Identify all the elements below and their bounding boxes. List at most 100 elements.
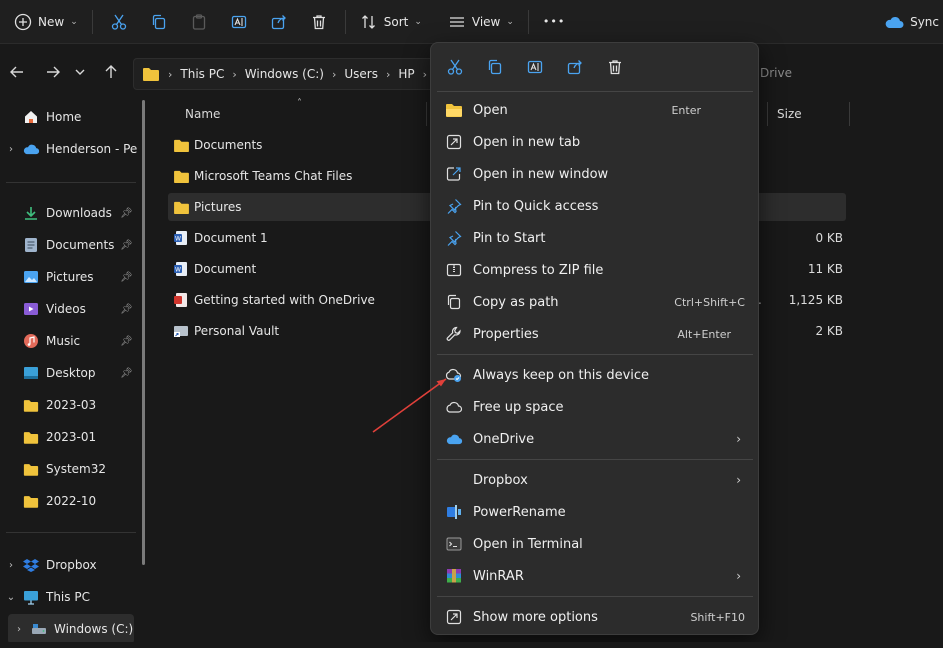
sidebar-scrollbar[interactable] — [142, 100, 145, 565]
word-document-icon: W — [174, 262, 187, 276]
search-box-placeholder[interactable]: Drive — [760, 66, 792, 80]
menu-item-show-more-options[interactable]: Show more options Shift+F10 — [437, 601, 753, 633]
menu-separator — [437, 91, 753, 92]
sort-button[interactable]: Sort ⌄ — [352, 6, 430, 38]
menu-item-properties[interactable]: Properties Alt+Enter — [437, 318, 753, 350]
toolbar-divider — [91, 9, 93, 34]
pin-icon: 📌︎ — [120, 335, 133, 347]
breadcrumb-users[interactable]: Users — [344, 67, 378, 81]
menu-item-always-keep[interactable]: Always keep on this device — [437, 359, 753, 391]
menu-item-open-new-window[interactable]: Open in new window — [437, 158, 753, 190]
share-button[interactable] — [259, 6, 299, 38]
pictures-icon — [24, 271, 38, 283]
menu-rename-button[interactable] — [515, 49, 555, 85]
arrow-up-icon — [105, 65, 117, 78]
sidebar-item-home[interactable]: Home — [0, 102, 138, 132]
folder-icon — [23, 431, 39, 444]
menu-item-open[interactable]: Open Enter — [437, 94, 753, 126]
menu-item-pin-to-start[interactable]: Pin to Start — [437, 222, 753, 254]
column-divider[interactable] — [426, 102, 427, 126]
pin-icon: 📌︎ — [120, 303, 133, 315]
delete-button[interactable] — [299, 6, 339, 38]
trash-icon — [609, 60, 621, 75]
chevron-right-icon: › — [736, 569, 741, 583]
menu-item-onedrive[interactable]: OneDrive › — [437, 423, 753, 455]
pin-icon: 📌︎ — [120, 207, 133, 219]
menu-copy-button[interactable] — [475, 49, 515, 85]
menu-item-open-new-tab[interactable]: Open in new tab — [437, 126, 753, 158]
sidebar-item-videos[interactable]: Videos 📌︎ — [0, 294, 138, 324]
chevron-right-icon[interactable]: › — [0, 144, 22, 155]
cloud-outline-icon — [446, 401, 463, 413]
pin-icon: 📌︎ — [120, 271, 133, 283]
menu-delete-button[interactable] — [595, 49, 635, 85]
chevron-down-icon — [75, 69, 85, 75]
column-header-size[interactable]: Size — [777, 100, 802, 128]
menu-item-dropbox[interactable]: Dropbox › — [437, 464, 753, 496]
breadcrumb-this-pc[interactable]: This PC — [180, 67, 224, 81]
sidebar-item-2022-10[interactable]: 2022-10 — [0, 486, 138, 516]
menu-share-button[interactable] — [555, 49, 595, 85]
chevron-right-icon: › — [736, 473, 741, 487]
scissors-icon — [447, 59, 463, 75]
chevron-right-icon[interactable]: › — [0, 560, 22, 571]
sidebar-item-onedrive[interactable]: › Henderson - Per — [0, 134, 138, 164]
sidebar-item-windows-c[interactable]: › Windows (C:) — [8, 614, 134, 644]
winrar-icon — [447, 569, 461, 583]
menu-item-copy-as-path[interactable]: Copy as path Ctrl+Shift+C — [437, 286, 753, 318]
column-divider[interactable] — [849, 102, 850, 126]
sidebar-item-2023-03[interactable]: 2023-03 — [0, 390, 138, 420]
sidebar-item-downloads[interactable]: Downloads 📌︎ — [0, 198, 138, 228]
paste-button[interactable] — [179, 6, 219, 38]
menu-item-open-terminal[interactable]: Open in Terminal — [437, 528, 753, 560]
folder-icon — [23, 399, 39, 412]
sidebar-item-desktop[interactable]: Desktop 📌︎ — [0, 358, 138, 388]
sidebar-item-pictures[interactable]: Pictures 📌︎ — [0, 262, 138, 292]
sidebar-item-documents[interactable]: Documents 📌︎ — [0, 230, 138, 260]
music-icon — [24, 334, 38, 348]
folder-icon — [23, 463, 39, 476]
context-menu: Open Enter Open in new tab Open in new w… — [430, 42, 759, 635]
onedrive-cloud-icon — [23, 144, 40, 155]
file-name: Documents — [194, 138, 263, 152]
view-button[interactable]: View ⌄ — [440, 6, 522, 38]
sidebar-item-this-pc[interactable]: ⌄ This PC — [0, 582, 138, 612]
back-button[interactable] — [2, 57, 32, 87]
pin-icon — [447, 199, 462, 214]
menu-item-winrar[interactable]: WinRAR › — [437, 560, 753, 592]
column-divider[interactable] — [767, 102, 768, 126]
breadcrumb-separator: › — [232, 67, 237, 81]
menu-item-compress-zip[interactable]: Compress to ZIP file — [437, 254, 753, 286]
menu-item-free-up-space[interactable]: Free up space — [437, 391, 753, 423]
menu-cut-button[interactable] — [435, 49, 475, 85]
menu-item-powerrename[interactable]: PowerRename — [437, 496, 753, 528]
copy-button[interactable] — [139, 6, 179, 38]
breadcrumb-windows-c[interactable]: Windows (C:) — [245, 67, 324, 81]
more-options-button[interactable]: ••• — [535, 6, 573, 38]
chevron-down-icon: ⌄ — [414, 16, 422, 27]
up-button[interactable] — [96, 57, 126, 87]
chevron-right-icon[interactable]: › — [8, 624, 30, 635]
cut-button[interactable] — [99, 6, 139, 38]
show-more-icon — [446, 609, 462, 625]
sidebar-item-music[interactable]: Music 📌︎ — [0, 326, 138, 356]
rename-button[interactable] — [219, 6, 259, 38]
new-button[interactable]: New ⌄ — [6, 6, 86, 38]
wrench-icon — [446, 326, 461, 341]
recent-locations-button[interactable] — [68, 57, 92, 87]
sidebar-item-2023-01[interactable]: 2023-01 — [0, 422, 138, 452]
sidebar-item-dropbox[interactable]: › Dropbox — [0, 550, 138, 580]
menu-item-pin-quick-access[interactable]: Pin to Quick access — [437, 190, 753, 222]
sync-status[interactable]: Sync — [884, 6, 943, 38]
view-button-label: View — [471, 14, 501, 29]
sidebar-item-system32[interactable]: System32 — [0, 454, 138, 484]
column-header-name[interactable]: Name — [185, 100, 220, 128]
chevron-down-icon[interactable]: ⌄ — [0, 592, 22, 603]
navigation-pane: Home › Henderson - Per Downloads 📌︎ Docu… — [0, 100, 150, 644]
pin-icon: 📌︎ — [120, 239, 133, 251]
file-size: 1,125 KB — [788, 293, 843, 307]
forward-button[interactable] — [38, 57, 68, 87]
share-icon — [271, 14, 286, 29]
breadcrumb-hp[interactable]: HP — [398, 67, 414, 81]
sidebar-divider — [6, 532, 136, 533]
